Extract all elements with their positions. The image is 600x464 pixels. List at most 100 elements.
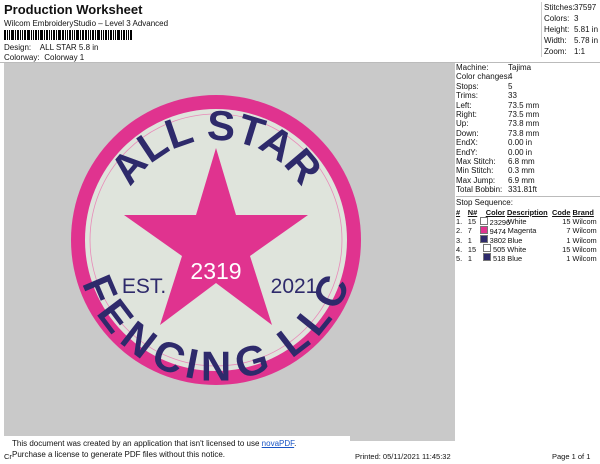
barcode-bar xyxy=(123,30,125,40)
barcode-bar xyxy=(121,30,122,40)
left-text: EST. xyxy=(122,275,166,298)
table-row: 2. 7 9474 Magenta 7 Wilcom xyxy=(456,225,597,236)
info-value: 0.00 in xyxy=(508,138,533,148)
barcode-bar xyxy=(65,30,66,40)
barcode-bar xyxy=(82,30,84,40)
patch-graphic: ALL STAR FENCING LLC 2319 EST. 2021 xyxy=(71,95,361,389)
info-row: Stops: 5 xyxy=(456,82,600,91)
barcode-bar xyxy=(31,30,32,40)
license-notice: This document was created by an applicat… xyxy=(4,436,350,462)
star-text: 2319 xyxy=(190,258,241,284)
info-value: 6.8 mm xyxy=(508,157,535,167)
barcode-bar xyxy=(62,30,64,40)
info-key: Up: xyxy=(456,119,469,129)
info-row: Right: 73.5 mm xyxy=(456,110,600,119)
barcode-bar xyxy=(97,30,100,40)
barcode-bar xyxy=(20,30,21,40)
right-text: 2021 xyxy=(271,275,318,298)
info-value: Tajima xyxy=(508,63,532,72)
barcode-bar xyxy=(72,30,73,40)
barcode-bar xyxy=(101,30,102,40)
barcode-bar xyxy=(46,30,48,40)
info-row: Down: 73.8 mm xyxy=(456,129,600,138)
info-key: Max Stitch: xyxy=(456,157,496,167)
info-value: 331.81ft xyxy=(508,185,537,195)
barcode-bar xyxy=(128,30,129,40)
software-name: Wilcom EmbroideryStudio – Level 3 Advanc… xyxy=(4,19,169,28)
color-swatch xyxy=(482,244,491,253)
info-value: 33 xyxy=(508,91,517,101)
printed-date: Printed: 05/11/2021 11:45:32 xyxy=(355,452,451,461)
barcode-bar xyxy=(35,30,37,40)
page-title: Production Worksheet xyxy=(4,2,143,17)
barcode-bar xyxy=(115,30,116,40)
info-key: Right: xyxy=(456,110,477,120)
barcode-bar xyxy=(27,30,30,40)
barcode-bar xyxy=(105,30,107,40)
info-row: Left: 73.5 mm xyxy=(456,101,600,110)
barcode-bar xyxy=(33,30,34,40)
design-value: ALL STAR 5.8 in xyxy=(39,43,99,52)
barcode-bar xyxy=(44,30,45,40)
summary-row: Zoom: 1:1 xyxy=(544,47,586,56)
barcode-bar xyxy=(9,30,10,40)
stop-sequence-table: # N# Color Description Code Brand 1. 15 23… xyxy=(456,208,600,263)
colorway-label: Colorway: xyxy=(4,53,40,62)
barcode-bar xyxy=(38,30,39,40)
info-row: EndY: 0.00 in xyxy=(456,148,600,157)
color-swatch xyxy=(479,225,488,234)
panel-divider xyxy=(456,195,600,197)
info-value: 0.00 in xyxy=(508,147,533,157)
barcode-bar xyxy=(49,30,50,40)
info-key: EndY: xyxy=(456,147,478,157)
barcode-bar xyxy=(74,30,75,40)
color-swatch xyxy=(479,235,488,244)
info-value: 5 xyxy=(508,81,513,91)
info-row: Max Stitch: 6.8 mm xyxy=(456,157,600,166)
colorway-row: Colorway: Colorway 1 xyxy=(4,53,84,62)
info-key: Color changes: xyxy=(456,72,510,82)
summary-row: Stitches:37597 xyxy=(544,3,597,12)
barcode-bar xyxy=(90,30,91,40)
barcode-bar xyxy=(103,30,104,40)
barcode-bar xyxy=(40,30,43,40)
info-value: 73.8 mm xyxy=(508,128,540,138)
design-row: Design: ALL STAR 5.8 in xyxy=(4,43,98,52)
info-row: Color changes: 4 xyxy=(456,72,600,81)
barcode-bar xyxy=(4,30,6,40)
summary-row: Colors: 3 xyxy=(544,14,579,23)
info-value: 73.5 mm xyxy=(508,110,540,120)
info-key: EndX: xyxy=(456,138,478,148)
barcode-bar xyxy=(88,30,89,40)
barcode-bar xyxy=(95,30,96,40)
barcode-bar xyxy=(58,30,61,40)
stop-sequence-label: Stop Sequence: xyxy=(456,197,513,207)
color-swatch xyxy=(479,216,488,225)
barcode-bar xyxy=(51,30,52,40)
barcode-bar xyxy=(117,30,120,40)
info-row: Trims: 33 xyxy=(456,91,600,100)
info-key: Down: xyxy=(456,128,479,138)
barcode-bar xyxy=(56,30,57,40)
info-key: Max Jump: xyxy=(456,175,496,185)
info-key: Total Bobbin: xyxy=(456,185,503,195)
barcode-bar xyxy=(76,30,79,40)
info-row: Min Stitch: 0.3 mm xyxy=(456,166,600,175)
barcode xyxy=(4,30,164,40)
novapdf-link[interactable]: novaPDF xyxy=(262,439,294,448)
info-value: 6.9 mm xyxy=(508,175,535,185)
table-row: 5. 1 518 Blue 1 Wilcom xyxy=(456,253,597,264)
page-number: Page 1 of 1 xyxy=(552,452,591,461)
info-row: Machine: Tajima xyxy=(456,63,600,72)
table-header: # N# Color Description Code Brand xyxy=(456,207,594,217)
color-swatch xyxy=(482,253,491,262)
barcode-bar xyxy=(15,30,16,40)
barcode-bar xyxy=(110,30,112,40)
barcode-bar xyxy=(17,30,19,40)
info-key: Machine: xyxy=(456,63,489,72)
barcode-bar xyxy=(126,30,127,40)
barcode-bar xyxy=(53,30,55,40)
info-value: 0.3 mm xyxy=(508,166,535,176)
barcode-bar xyxy=(130,30,132,40)
info-row: Up: 73.8 mm xyxy=(456,119,600,128)
